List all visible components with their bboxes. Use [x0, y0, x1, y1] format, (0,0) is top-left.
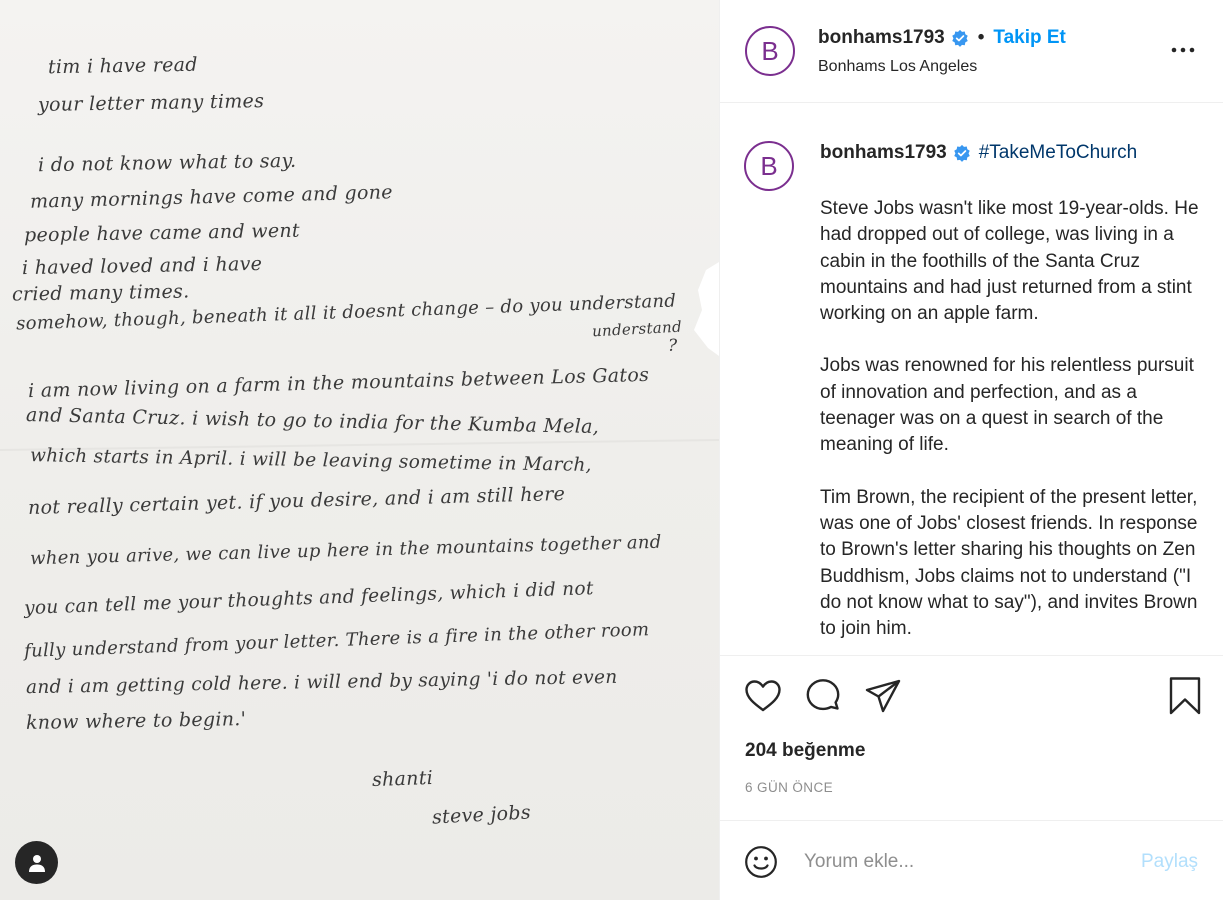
like-button[interactable]: [743, 676, 783, 716]
post-header: B bonhams1793 • Takip Et Bonhams Los Ang…: [720, 0, 1223, 103]
caption-paragraph: Tim Brown, the recipient of the present …: [820, 486, 1198, 640]
comment-bubble-icon: [806, 679, 840, 711]
post-comment-button[interactable]: Paylaş: [1141, 851, 1198, 873]
handwritten-letter: tim i have read your letter many times i…: [0, 0, 719, 900]
letter-line: i haved loved and i have: [21, 252, 263, 280]
letter-signoff: shanti: [371, 766, 434, 792]
save-button[interactable]: [1165, 676, 1205, 716]
caption-paragraph: Steve Jobs wasn't like most 19-year-olds…: [820, 198, 1199, 325]
share-button[interactable]: [863, 676, 903, 716]
tagged-users-button[interactable]: [15, 841, 58, 884]
comment-button[interactable]: [803, 676, 843, 716]
letter-line: your letter many times: [37, 90, 265, 116]
letter-line: ?: [668, 336, 678, 356]
hashtag-link[interactable]: #TakeMeToChurch: [979, 142, 1137, 164]
caption-avatar[interactable]: B: [744, 141, 794, 191]
comment-input[interactable]: [804, 843, 1124, 881]
add-comment-bar: Paylaş: [720, 820, 1223, 900]
letter-signature: steve jobs: [431, 801, 532, 829]
letter-line: and Santa Cruz. i wish to go to india fo…: [25, 404, 600, 438]
post-details-panel: B bonhams1793 • Takip Et Bonhams Los Ang…: [719, 0, 1223, 900]
follow-button[interactable]: Takip Et: [993, 27, 1066, 49]
caption-paragraph: Jobs was renowned for his relentless pur…: [820, 355, 1194, 456]
letter-line: not really certain yet. if you desire, a…: [27, 482, 566, 520]
emoji-button[interactable]: [744, 845, 778, 879]
verified-badge-icon: [953, 144, 970, 162]
heart-icon: [745, 680, 781, 712]
letter-line: you can tell me your thoughts and feelin…: [23, 578, 594, 619]
post-photo[interactable]: tim i have read your letter many times i…: [0, 0, 719, 900]
more-horizontal-icon: [1171, 47, 1195, 53]
letter-line: which starts in April. i will be leaving…: [29, 445, 592, 476]
avatar[interactable]: B: [745, 26, 795, 76]
caption-username-link[interactable]: bonhams1793: [820, 142, 947, 164]
separator-dot: •: [977, 27, 985, 48]
username-link[interactable]: bonhams1793: [818, 27, 945, 49]
header-user-row: bonhams1793 • Takip Et: [818, 27, 1066, 49]
letter-line: i am now living on a farm in the mountai…: [27, 363, 650, 403]
letter-line: tim i have read: [47, 53, 198, 79]
caption-user-row: bonhams1793 #TakeMeToChurch: [820, 142, 1137, 164]
post-timestamp[interactable]: 6 GÜN ÖNCE: [745, 780, 833, 795]
comments-scroll-area[interactable]: B bonhams1793 #TakeMeToChurch Steve Jobs…: [720, 104, 1223, 656]
letter-line: and i am getting cold here. i will end b…: [25, 666, 618, 699]
person-icon: [28, 854, 45, 872]
letter-line: know where to begin.': [25, 708, 247, 734]
letter-line: people have came and went: [23, 219, 301, 247]
location-link[interactable]: Bonhams Los Angeles: [818, 58, 977, 76]
verified-badge-icon: [951, 29, 968, 47]
smiley-face-icon: [745, 846, 777, 878]
post-actions: 204 beğenme 6 GÜN ÖNCE: [720, 655, 1223, 820]
paper-plane-icon: [865, 679, 901, 713]
letter-line: many mornings have come and gone: [29, 181, 394, 213]
letter-line: fully understand from your letter. There…: [23, 619, 650, 662]
avatar-letter: B: [761, 35, 779, 66]
letter-line: i do not know what to say.: [37, 149, 297, 177]
more-options-button[interactable]: [1168, 35, 1198, 65]
caption-text: Steve Jobs wasn't like most 19-year-olds…: [820, 196, 1210, 656]
likes-count[interactable]: 204 beğenme: [745, 740, 865, 762]
bookmark-icon: [1169, 677, 1201, 715]
letter-line: cried many times.: [11, 280, 190, 306]
letter-line: when you arive, we can live up here in t…: [29, 531, 662, 570]
avatar-letter: B: [760, 150, 778, 181]
